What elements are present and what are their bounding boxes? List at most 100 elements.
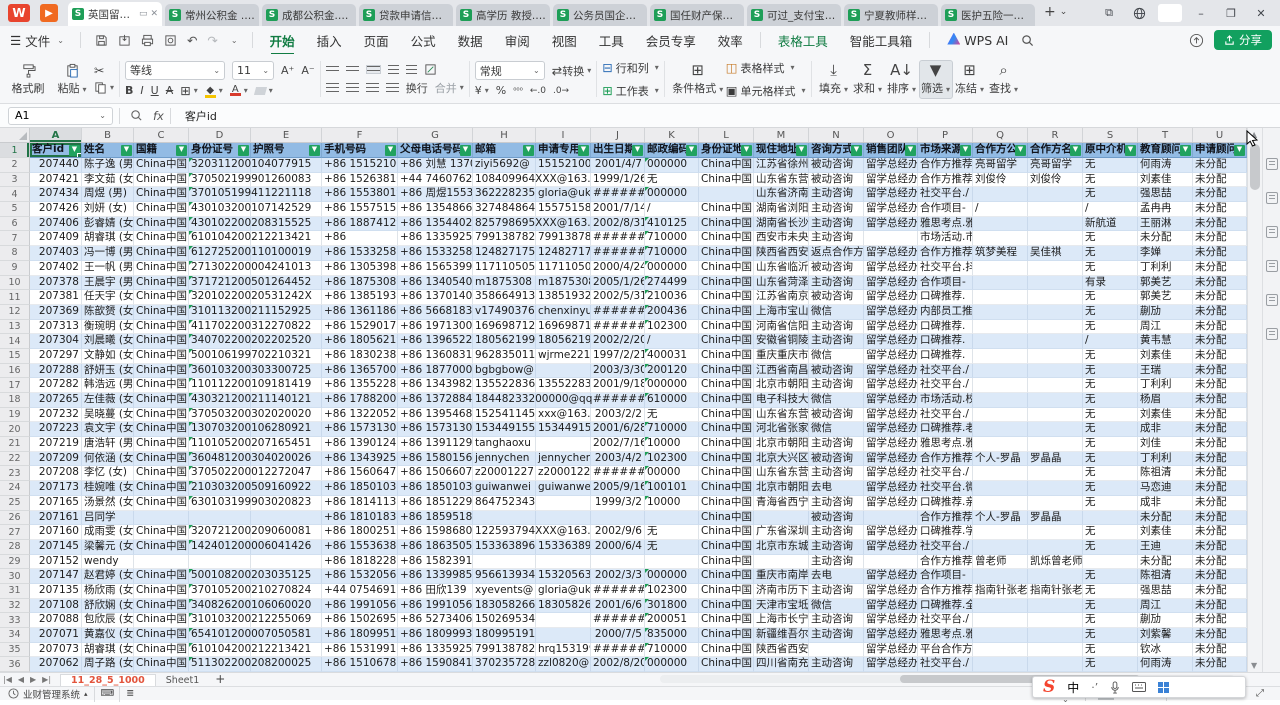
menu-tab-开始[interactable]: 开始 [259,28,306,53]
cell-A24[interactable]: 207173 [30,481,82,496]
cell-I36[interactable]: zzl0820@1 [536,657,591,672]
cell-U28[interactable]: 未分配 [1193,540,1247,555]
cell-L4[interactable] [699,187,754,202]
cell-L19[interactable]: China中国 [699,408,754,423]
cell-S14[interactable]: / [1083,334,1138,349]
cell-H14[interactable]: 180562199 [473,334,536,349]
cell-Q17[interactable] [973,378,1028,393]
cell-A17[interactable]: 207282 [30,378,82,393]
cell-Q7[interactable] [973,231,1028,246]
cell-B18[interactable]: 左佳薇 (女 [82,393,134,408]
header-cell-G1[interactable]: 父母电话号码▼ [398,143,473,158]
document-tab[interactable]: S公务员国企事业单位 [553,4,647,26]
filter-dropdown-icon[interactable]: ▼ [1015,145,1026,156]
cell-Q26[interactable]: 个人-罗晶 [973,511,1028,526]
cell-O31[interactable]: 留学总经办 [864,584,918,599]
cell-F28[interactable]: +86 15536380 [322,540,398,555]
cell-Q15[interactable] [973,349,1028,364]
stacked-windows-icon[interactable]: ⧉ [1098,4,1120,22]
cell-P13[interactable]: 口碑推荐. [918,320,973,335]
cell-B11[interactable]: 任天宇 (女 [82,290,134,305]
cell-P12[interactable]: 内部员工推 [918,305,973,320]
cell-H24[interactable]: guiwanwei [473,481,536,496]
cell-I15[interactable]: wjrme221@ [536,349,591,364]
cell-F33[interactable]: +86 15026953 [322,613,398,628]
cell-J12[interactable]: ######## [591,305,645,320]
cell-F17[interactable]: +86 13552283 [322,378,398,393]
cell-L21[interactable]: China中国 [699,437,754,452]
cell-J28[interactable]: 2000/6/4 [591,540,645,555]
cell-I23[interactable]: z20001227 [536,466,591,481]
cell-C18[interactable]: China中国 [134,393,189,408]
cell-R3[interactable]: 刘俊伶 [1028,173,1083,188]
cell-U36[interactable]: 未分配 [1193,657,1247,672]
cell-I4[interactable]: gloria@uk [536,187,591,202]
cell-M31[interactable]: 济南市历下 [754,584,809,599]
cell-T31[interactable]: 强思喆 [1138,584,1193,599]
cell-I32[interactable]: 183058266 [536,599,591,614]
sheet-tab-11_28_5_1000[interactable]: 11_28_5_1000 [60,674,156,687]
cell-F11[interactable]: +86 13851932 [322,290,398,305]
cell-S23[interactable]: 无 [1083,466,1138,481]
cell-K26[interactable] [645,511,699,526]
row-number[interactable]: 11 [0,290,30,305]
cell-M10[interactable]: 山东省菏泽 [754,276,809,291]
cell-T34[interactable]: 刘紫馨 [1138,628,1193,643]
cell-R25[interactable] [1028,496,1083,511]
cut-button[interactable]: ✂ [94,64,114,77]
cell-R6[interactable] [1028,217,1083,232]
row-number[interactable]: 1 [0,143,30,158]
save-icon[interactable] [95,34,108,47]
cell-T16[interactable]: 王瑞 [1138,364,1193,379]
decrease-decimal-button[interactable]: ←.0 [530,86,546,96]
cell-O18[interactable]: 留学总经办 [864,393,918,408]
cell-M17[interactable]: 北京市朝阳 [754,378,809,393]
cell-P15[interactable]: 口碑推荐. [918,349,973,364]
cell-G14[interactable]: +86 1396522100 [398,334,473,349]
cell-N5[interactable]: 主动咨询 [809,202,864,217]
cell-D28[interactable]: 142401200006041426 [189,540,251,555]
cell-A2[interactable]: 207440 [30,158,82,173]
row-number[interactable]: 12 [0,305,30,320]
cell-P14[interactable]: 口碑推荐. [918,334,973,349]
cell-C13[interactable]: China中国 [134,320,189,335]
cell-K8[interactable]: 710000 [645,246,699,261]
cell-Q30[interactable] [973,569,1028,584]
cell-Q11[interactable] [973,290,1028,305]
cell-Q28[interactable] [973,540,1028,555]
cell-A7[interactable]: 207409 [30,231,82,246]
cell-M27[interactable]: 广东省深圳 [754,525,809,540]
document-tab[interactable]: S英国留学生▭✕ [68,2,162,26]
cell-D21[interactable]: 110105200207165451 [189,437,251,452]
font-color-button[interactable]: A▾ [230,85,248,96]
cell-R30[interactable] [1028,569,1083,584]
document-tab[interactable]: S成都公积金.xlsx [262,4,356,26]
cell-G34[interactable]: +86 1809993716 [398,628,473,643]
cell-M26[interactable] [754,511,809,526]
cell-F34[interactable]: +86 18099519 [322,628,398,643]
cell-B2[interactable]: 陈子逸 (男 [82,158,134,173]
cell-A23[interactable]: 207208 [30,466,82,481]
cell-P24[interactable]: 社交平台.微 [918,481,973,496]
print-icon[interactable] [141,34,154,47]
cell-L25[interactable]: China中国 [699,496,754,511]
cell-C14[interactable]: China中国 [134,334,189,349]
cell-U12[interactable]: 未分配 [1193,305,1247,320]
cell-M18[interactable]: 电子科技大 [754,393,809,408]
cell-N18[interactable]: 微信 [809,393,864,408]
cell-T4[interactable]: 强思喆 [1138,187,1193,202]
cell-P7[interactable]: 市场活动.市 [918,231,973,246]
row-number[interactable]: 8 [0,246,30,261]
fill-color-button[interactable]: ◆▾ [205,84,223,98]
cell-T13[interactable]: 周江 [1138,320,1193,335]
cell-H4[interactable]: 362228235 [473,187,536,202]
borders-button[interactable]: ⊞▾ [180,84,198,97]
cell-N16[interactable]: 被动咨询 [809,364,864,379]
cell-O16[interactable]: 留学总经办 [864,364,918,379]
cell-L2[interactable]: China中国 [699,158,754,173]
冻结-button[interactable]: ⊞冻结▾ [953,61,987,98]
cell-D23[interactable]: 370502200012272047 [189,466,251,481]
cell-C24[interactable]: China中国 [134,481,189,496]
header-cell-A1[interactable]: 客户id▼ [30,143,82,158]
cell-H15[interactable]: 962835011 [473,349,536,364]
